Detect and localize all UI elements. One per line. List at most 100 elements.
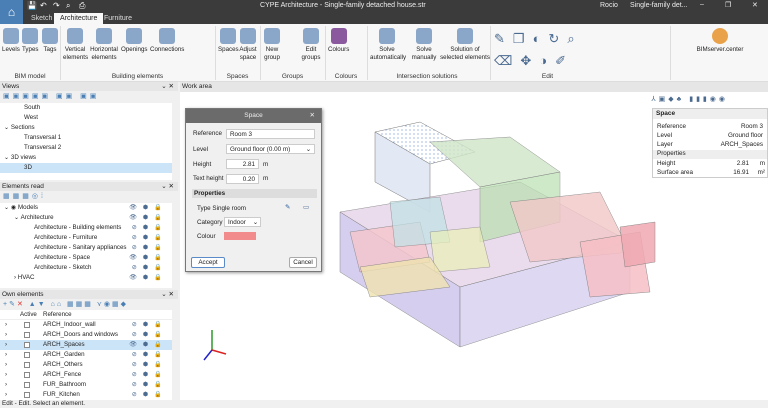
types-button[interactable]: Types <box>22 28 39 54</box>
expand-icon[interactable]: › <box>5 340 7 350</box>
tree-item[interactable]: Transversal 1 <box>0 133 172 143</box>
openings-button[interactable]: Openings <box>121 28 148 54</box>
properties-header: Properties <box>192 189 317 198</box>
tree-item[interactable]: Transversal 2 <box>0 143 172 153</box>
table-row[interactable]: › ARCH_Fence ⊘⬢🔒 <box>0 370 172 380</box>
close-icon[interactable]: ⌄ ✕ <box>161 290 174 299</box>
tree-item[interactable]: Architecture - Space 👁⬢🔒 <box>0 253 172 263</box>
cancel-button[interactable]: Cancel <box>289 257 317 268</box>
category-select[interactable]: Indoor ⌄ <box>224 217 261 227</box>
tab-architecture[interactable]: Architecture <box>54 13 104 24</box>
horizontal-elements-button[interactable]: Horizontal elements <box>90 28 118 61</box>
height-input[interactable]: 2.81 <box>226 159 259 169</box>
new-group-button[interactable]: New group <box>263 28 281 61</box>
tree-item[interactable]: South <box>0 103 172 113</box>
edit-groups-button[interactable]: Edit groups <box>300 28 322 61</box>
table-row[interactable]: › ARCH_Indoor_wall ⊘⬢🔒 <box>0 320 172 330</box>
expand-icon[interactable]: › <box>5 320 7 330</box>
expand-icon[interactable]: › <box>5 380 7 390</box>
level-select[interactable]: Ground floor (0.00 m) ⌄ <box>226 144 315 154</box>
search-icon[interactable]: ⌕ <box>66 1 70 11</box>
tree-item-architecture[interactable]: ⌄ Architecture 👁⬢🔒 <box>0 213 172 223</box>
print-icon[interactable]: ⎙ <box>79 1 85 11</box>
tree-item-hvac[interactable]: › HVAC 👁⬢🔒 <box>0 273 172 283</box>
row-icons[interactable]: ⊘⬢🔒 <box>132 330 168 340</box>
active-checkbox[interactable] <box>24 322 30 328</box>
close-icon[interactable]: ✕ <box>310 109 315 123</box>
row-icons[interactable]: ⊘⬢🔒 <box>132 350 168 360</box>
tree-item-models[interactable]: ⌄ ◉ Models 👁⬢🔒 <box>0 203 172 213</box>
maximize-button[interactable]: ❐ <box>725 1 731 9</box>
tab-furniture[interactable]: Furniture <box>98 13 138 24</box>
row-icons[interactable]: ⊘⬢🔒 <box>132 380 168 390</box>
expand-icon[interactable]: › <box>5 350 7 360</box>
expand-icon[interactable]: › <box>5 360 7 370</box>
close-icon[interactable]: ⌄ ✕ <box>161 82 174 91</box>
zoom-icon: ⌕ <box>567 31 583 46</box>
active-checkbox[interactable] <box>24 342 30 348</box>
views-toolbar[interactable]: ▣▣▣▣▣ ▣▣ ▣▣ <box>0 92 178 102</box>
pencil-icon[interactable]: ✎ <box>285 204 290 211</box>
close-icon[interactable]: ⌄ ✕ <box>161 182 174 191</box>
tree-item[interactable]: West <box>0 113 172 123</box>
tree-item[interactable]: Architecture - Furniture ⊘⬢🔒 <box>0 233 172 243</box>
table-row[interactable]: › ARCH_Doors and windows ⊘⬢🔒 <box>0 330 172 340</box>
spaces-button[interactable]: Spaces <box>218 28 239 54</box>
active-checkbox[interactable] <box>24 382 30 388</box>
active-checkbox[interactable] <box>24 362 30 368</box>
level-label: Level <box>193 146 209 153</box>
undo-icon[interactable]: ↶ <box>40 1 47 10</box>
table-row[interactable]: › FUR_Bathroom ⊘⬢🔒 <box>0 380 172 390</box>
redo-icon[interactable]: ↷ <box>53 1 60 10</box>
bimserver-button[interactable]: BIMserver.center <box>675 28 765 54</box>
active-checkbox[interactable] <box>24 372 30 378</box>
table-row[interactable]: › ARCH_Garden ⊘⬢🔒 <box>0 350 172 360</box>
solve-manually-button[interactable]: Solve manually <box>410 28 438 61</box>
table-row[interactable]: › ARCH_Others ⊘⬢🔒 <box>0 360 172 370</box>
minimize-button[interactable]: – <box>700 1 704 8</box>
tags-button[interactable]: Tags <box>42 28 58 54</box>
tree-item[interactable]: Architecture - Sketch ⊘⬢🔒 <box>0 263 172 273</box>
edit-tools[interactable]: ✎❐◐↻⌕ ⌫✥◑✐ <box>494 28 583 72</box>
levels-icon <box>2 28 19 44</box>
tree-item-3d-views[interactable]: ⌄ 3D views <box>0 153 172 163</box>
app-logo-icon[interactable]: ⌂ <box>0 0 23 24</box>
folder-icon[interactable]: ▭ <box>303 204 309 211</box>
expand-icon[interactable]: › <box>5 370 7 380</box>
save-icon[interactable]: 💾 <box>27 1 37 10</box>
row-icons[interactable]: 👁⬢🔒 <box>129 340 168 350</box>
tree-item-sections[interactable]: ⌄ Sections <box>0 123 172 133</box>
levels-button[interactable]: Levels <box>2 28 20 54</box>
row-icons[interactable]: ⊘⬢🔒 <box>132 360 168 370</box>
expand-icon[interactable]: › <box>5 330 7 340</box>
accept-button[interactable]: Accept <box>191 257 225 268</box>
solution-selected-button[interactable]: Solution of selected elements <box>440 28 490 61</box>
connections-button[interactable]: Connections <box>150 28 184 54</box>
row-icons[interactable]: ⊘⬢🔒 <box>132 320 168 330</box>
active-checkbox[interactable] <box>24 352 30 358</box>
tree-item[interactable]: Architecture - Sanitary appliances ⊘⬢🔒 <box>0 243 172 253</box>
expand-icon[interactable]: › <box>5 390 7 400</box>
vertical-elements-button[interactable]: Vertical elements <box>63 28 88 61</box>
elements-read-toolbar[interactable]: ▦▦▦◎⁞ <box>0 192 178 202</box>
reference-cell: ARCH_Spaces <box>43 341 85 348</box>
row-icons[interactable]: ⊘⬢🔒 <box>132 390 168 400</box>
own-elements-toolbar[interactable]: +✎✕ ▲▼ ⌂⌂ ▦▦▦ ⋎◉▦◆ <box>0 300 178 310</box>
close-button[interactable]: ✕ <box>752 1 758 9</box>
reference-input[interactable]: Room 3 <box>226 129 315 139</box>
active-checkbox[interactable] <box>24 332 30 338</box>
solve-automatically-button[interactable]: Solve automatically <box>370 28 406 61</box>
project-name[interactable]: Single-family det... <box>630 2 688 9</box>
row-icons[interactable]: ⊘⬢🔒 <box>132 370 168 380</box>
colour-swatch[interactable] <box>224 232 256 240</box>
group-label-edit: Edit <box>541 73 554 80</box>
tree-item[interactable]: Architecture - Building elements ⊘⬢🔒 <box>0 223 172 233</box>
table-row[interactable]: › ARCH_Spaces 👁⬢🔒 <box>0 340 172 350</box>
tree-item-selected[interactable]: 3D <box>0 163 172 173</box>
user-name[interactable]: Rocio <box>600 2 618 9</box>
text-height-input[interactable]: 0.20 <box>226 174 259 184</box>
adjust-space-button[interactable]: Adjust space <box>238 28 258 61</box>
colours-button[interactable]: Colours <box>328 28 349 54</box>
active-checkbox[interactable] <box>24 392 30 398</box>
table-row[interactable]: › FUR_Kitchen ⊘⬢🔒 <box>0 390 172 400</box>
